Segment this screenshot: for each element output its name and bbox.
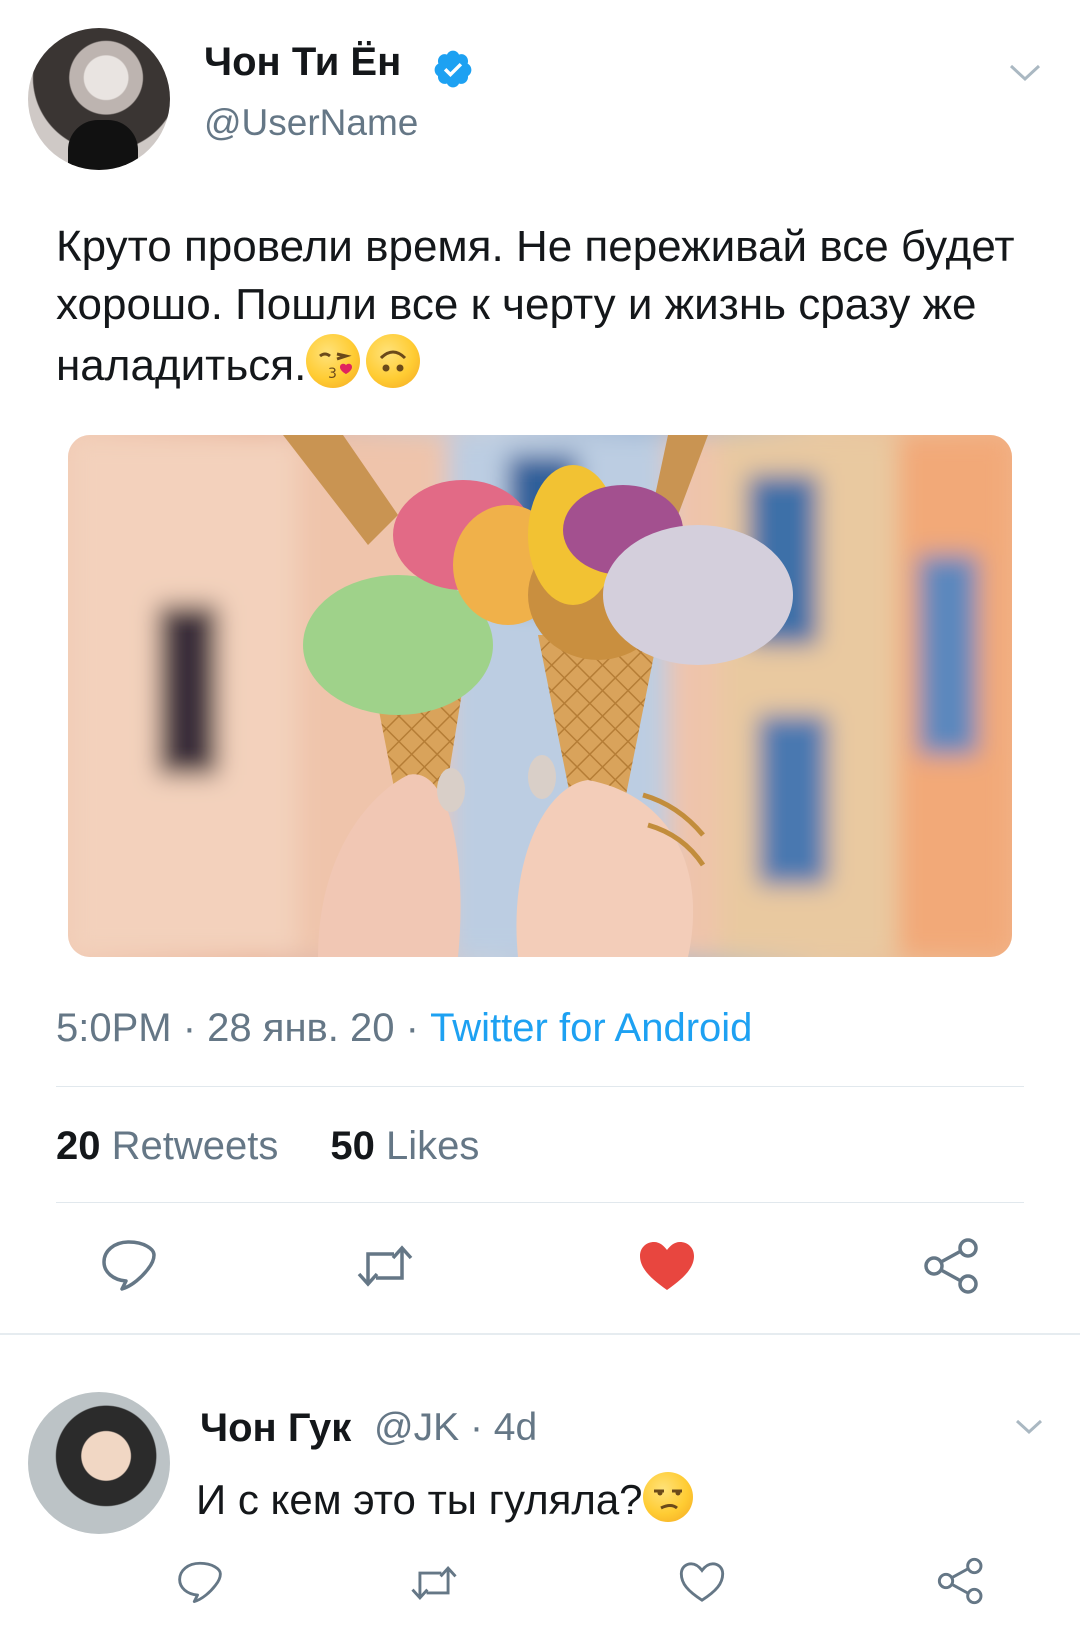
author-name[interactable]: Чон Ти Ён [204, 40, 401, 85]
face-blowing-kiss-icon: 3 [306, 334, 361, 388]
author-avatar[interactable] [28, 28, 170, 170]
meta-separator: · [182, 1006, 208, 1050]
tweet-date: 28 янв. 20 [207, 1006, 395, 1050]
reply-author-avatar[interactable] [28, 1392, 170, 1534]
tweet-stats: 20 Retweets 50 Likes [56, 1124, 479, 1169]
author-handle[interactable]: @UserName [204, 102, 418, 144]
ice-cream-cones-image [68, 435, 1012, 957]
retweets-stat[interactable]: 20 Retweets [56, 1124, 278, 1168]
reply-author-handle[interactable]: @JK [374, 1406, 459, 1449]
likes-count: 50 [330, 1124, 375, 1168]
reply-icon[interactable] [100, 1238, 158, 1292]
tweet-source-link[interactable]: Twitter for Android [430, 1006, 752, 1050]
retweets-count: 20 [56, 1124, 101, 1168]
reply-icon[interactable] [176, 1560, 224, 1604]
verified-badge-icon [434, 50, 472, 88]
upside-down-face-icon [366, 334, 421, 388]
unamused-face-icon [642, 1472, 693, 1522]
likes-label: Likes [386, 1124, 480, 1168]
tweet-time: 5:0PM [56, 1006, 172, 1050]
likes-stat[interactable]: 50 Likes [330, 1124, 479, 1168]
tweet: Чон Ти Ён @UserName Круто провели время.… [0, 0, 1080, 1335]
reply-meta: @JK · 4d [374, 1406, 537, 1450]
tweet-text: Круто провели время. Не переживай все бу… [56, 218, 1056, 395]
tweet-photo[interactable] [68, 435, 1012, 957]
like-icon[interactable] [678, 1560, 726, 1604]
retweet-icon[interactable] [410, 1564, 458, 1602]
tweet-text-body: Круто провели время. Не переживай все бу… [56, 222, 1015, 390]
meta-separator: · [405, 1006, 431, 1050]
like-icon-filled[interactable] [638, 1240, 696, 1292]
section-separator [0, 1333, 1080, 1335]
divider [56, 1202, 1024, 1203]
tweet-meta: 5:0PM · 28 янв. 20 · Twitter for Android [56, 1006, 752, 1051]
reply-age: 4d [493, 1406, 538, 1449]
share-icon[interactable] [936, 1556, 986, 1606]
chevron-down-icon[interactable] [1014, 1418, 1044, 1436]
reply-text: И с кем это ты гуляла? [196, 1472, 693, 1524]
chevron-down-icon[interactable] [1008, 62, 1042, 84]
reply-text-body: И с кем это ты гуляла? [196, 1476, 643, 1523]
retweet-icon[interactable] [356, 1244, 414, 1288]
reply-tweet[interactable]: Чон Гук @JK · 4d И с кем это ты гуляла? [0, 1336, 1080, 1652]
meta-separator: · [469, 1406, 494, 1449]
divider [56, 1086, 1024, 1087]
retweets-label: Retweets [111, 1124, 279, 1168]
svg-text:3: 3 [328, 366, 337, 382]
share-icon[interactable] [922, 1236, 982, 1296]
reply-author-name[interactable]: Чон Гук [200, 1406, 351, 1451]
